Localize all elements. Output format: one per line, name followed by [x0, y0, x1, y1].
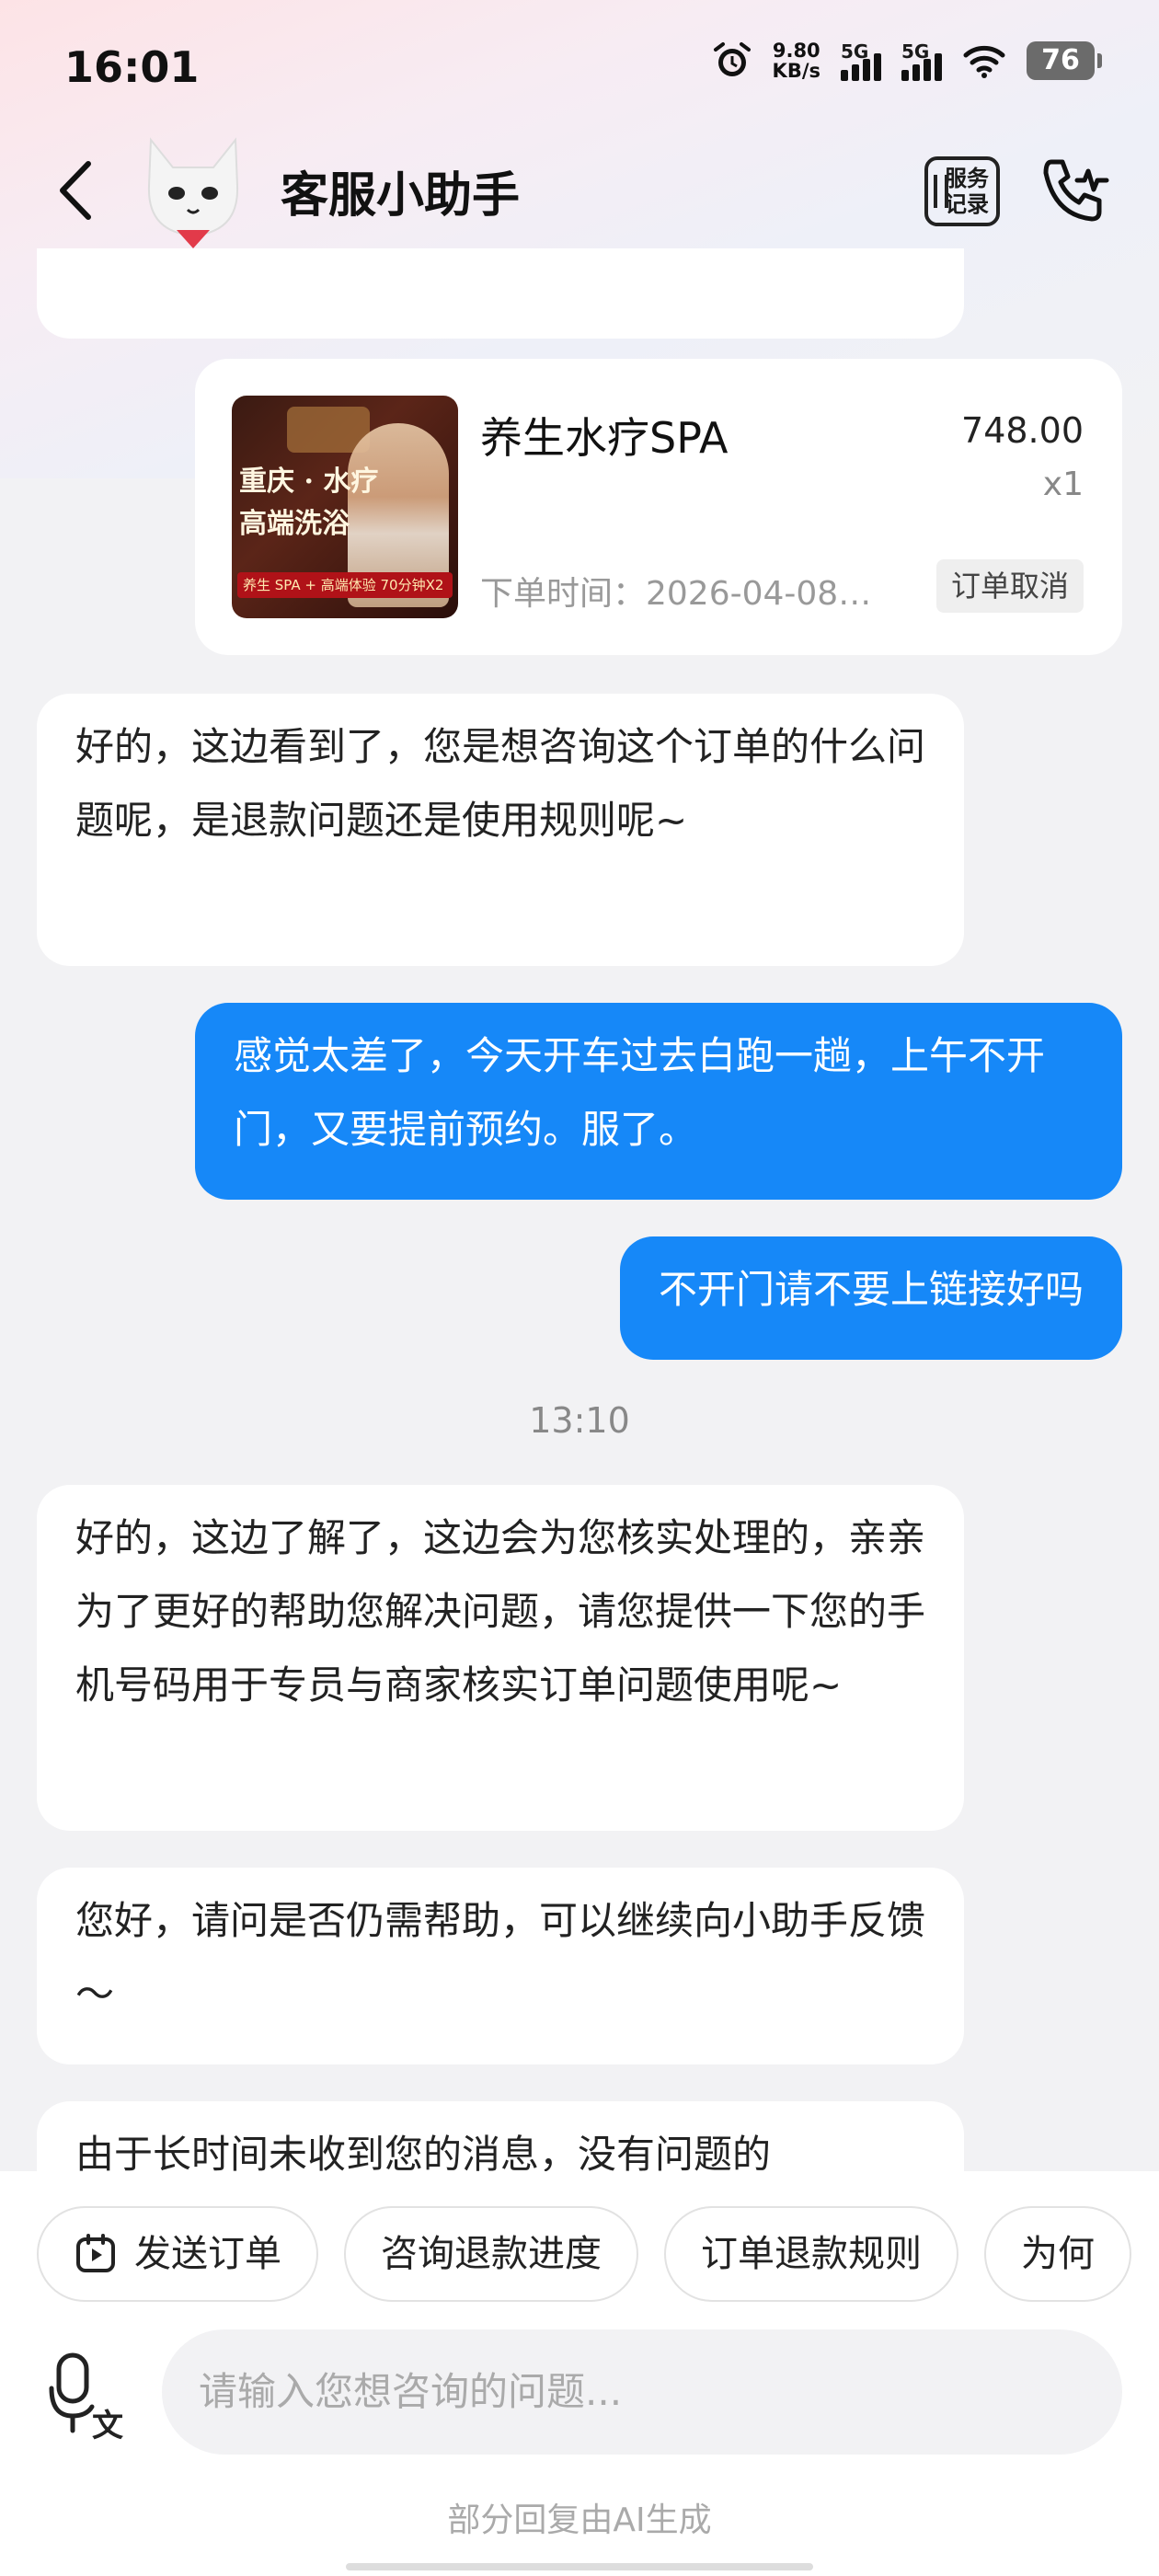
order-thumbnail: 重庆 · 水疗 高端洗浴 养生 SPA + 高端体验 70分钟X2: [232, 396, 458, 618]
network-speed: 9.80 KB/s: [772, 40, 820, 82]
service-record-button[interactable]: 服务 记录: [924, 156, 1000, 226]
phone-call-icon[interactable]: [1035, 153, 1112, 230]
status-icons: 9.80 KB/s 5G 5G 76: [712, 40, 1102, 82]
chat-scroll-area[interactable]: 重庆 · 水疗 高端洗浴 养生 SPA + 高端体验 70分钟X2 养生水疗SP…: [0, 248, 1159, 2171]
message-bubble-incoming: 好的，这边了解了，这边会为您核实处理的，亲亲为了更好的帮助您解决问题，请您提供一…: [37, 1485, 964, 1831]
signal-1-icon: 5G: [841, 40, 881, 81]
status-time: 16:01: [64, 42, 200, 92]
order-time: 下单时间：2026-04-08…: [480, 575, 872, 613]
home-indicator[interactable]: [346, 2563, 813, 2570]
previous-card: [37, 248, 964, 339]
voice-translate-icon[interactable]: 文: [48, 2352, 127, 2440]
quick-action-send-order[interactable]: 发送订单: [37, 2206, 318, 2302]
quick-action-refund-rules[interactable]: 订单退款规则: [664, 2206, 958, 2302]
wifi-icon: [963, 45, 1005, 78]
message-bubble-incoming: 好的，这边看到了，您是想咨询这个订单的什么问题呢，是退款问题还是使用规则呢~: [37, 694, 964, 966]
chat-header: 客服小助手 服务 记录: [0, 120, 1159, 258]
battery-indicator: 76: [1027, 41, 1102, 80]
send-order-icon: [76, 2234, 115, 2272]
ai-disclaimer: 部分回复由AI生成: [447, 2501, 712, 2539]
message-bubble-incoming: 您好，请问是否仍需帮助，可以继续向小助手反馈～: [37, 1868, 964, 2064]
order-card[interactable]: 重庆 · 水疗 高端洗浴 养生 SPA + 高端体验 70分钟X2 养生水疗SP…: [195, 359, 1122, 655]
svg-text:文: 文: [92, 2408, 123, 2440]
bottom-input-panel: 发送订单 咨询退款进度 订单退款规则 为何 文 部分回复由AI生成: [0, 2171, 1159, 2576]
message-bubble-incoming: 由于长时间未收到您的消息，没有问题的: [37, 2101, 964, 2171]
alarm-icon: [713, 42, 751, 76]
signal-2-icon: 5G: [901, 40, 942, 81]
message-bubble-outgoing: 感觉太差了，今天开车过去白跑一趟，上午不开门，又要提前预约。服了。: [195, 1003, 1122, 1200]
quick-action-why[interactable]: 为何: [984, 2206, 1131, 2302]
message-timestamp: 13:10: [529, 1400, 630, 1441]
status-bar: 16:01 9.80 KB/s 5G 5G 76: [0, 0, 1159, 138]
page-title: 客服小助手: [281, 168, 521, 224]
quick-action-refund-progress[interactable]: 咨询退款进度: [344, 2206, 638, 2302]
order-price: 748.00: [961, 410, 1084, 451]
order-status-badge: 订单取消: [935, 559, 1084, 613]
message-bubble-outgoing: 不开门请不要上链接好吗: [619, 1236, 1122, 1360]
message-input[interactable]: [162, 2329, 1122, 2455]
back-arrow-icon[interactable]: [55, 158, 96, 223]
quick-action-bar[interactable]: 发送订单 咨询退款进度 订单退款规则 为何: [37, 2206, 1131, 2302]
order-product-name: 养生水疗SPA: [480, 413, 729, 463]
order-quantity: x1: [1042, 466, 1084, 503]
assistant-avatar: [147, 137, 239, 248]
